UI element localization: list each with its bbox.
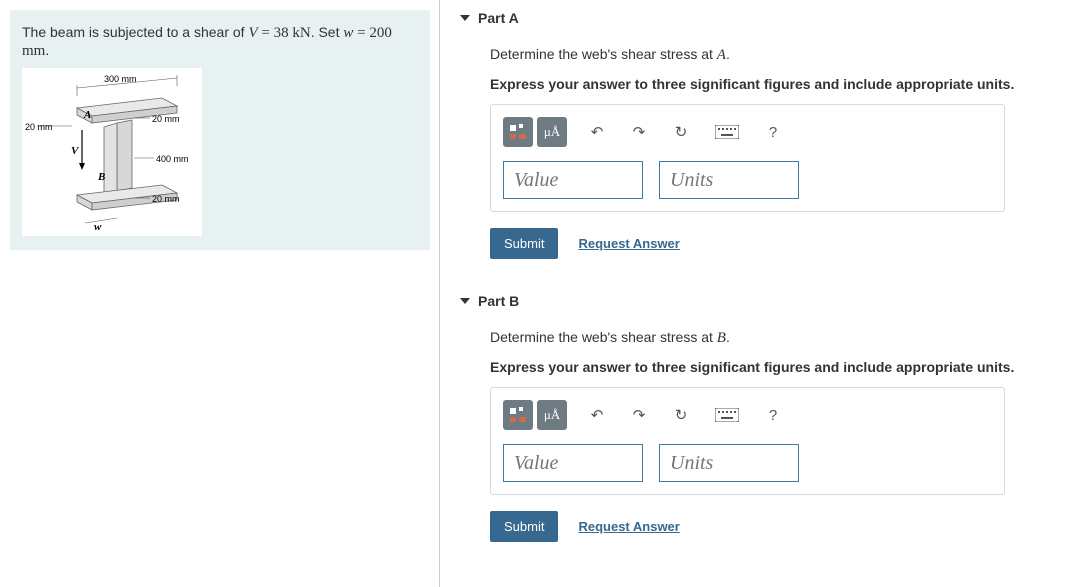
part-a: Part A Determine the web's shear stress … xyxy=(460,10,1072,259)
part-a-inputs xyxy=(503,161,992,199)
var-B: B xyxy=(717,330,726,346)
text: Determine the web's shear stress at xyxy=(490,329,717,345)
special-chars-button[interactable]: μÅ xyxy=(539,402,565,428)
problem-statement-box: The beam is subjected to a shear of V = … xyxy=(10,10,430,250)
part-b-submit-row: Submit Request Answer xyxy=(490,511,1072,542)
var-w: w xyxy=(343,25,353,41)
special-chars-button[interactable]: μÅ xyxy=(539,119,565,145)
part-b-value-input[interactable] xyxy=(503,444,643,482)
var-V: V xyxy=(248,25,257,41)
var-A: A xyxy=(717,47,726,63)
problem-statement: The beam is subjected to a shear of V = … xyxy=(22,24,418,60)
reset-button[interactable]: ↻ xyxy=(665,401,697,429)
help-button[interactable]: ? xyxy=(757,401,789,429)
keyboard-icon xyxy=(715,125,739,139)
part-b-request-answer-link[interactable]: Request Answer xyxy=(578,519,679,534)
text: . xyxy=(45,42,49,58)
dim-300mm: 300 mm xyxy=(104,74,137,84)
dim-20mm-b: 20 mm xyxy=(152,194,180,204)
part-b-instruction: Express your answer to three significant… xyxy=(490,359,1072,375)
part-a-units-input[interactable] xyxy=(659,161,799,199)
part-b-answer-widget: μÅ ↶ ↷ ↻ ? xyxy=(490,387,1005,495)
part-b-title: Part B xyxy=(478,293,519,309)
part-a-header[interactable]: Part A xyxy=(460,10,1072,26)
part-a-title: Part A xyxy=(478,10,519,26)
keyboard-icon xyxy=(715,408,739,422)
caret-down-icon xyxy=(460,298,470,304)
part-a-toolbar: μÅ ↶ ↷ ↻ ? xyxy=(503,117,992,147)
part-a-value-input[interactable] xyxy=(503,161,643,199)
part-b-toolbar: μÅ ↶ ↷ ↻ ? xyxy=(503,400,992,430)
part-a-body: Determine the web's shear stress at A. E… xyxy=(460,46,1072,259)
help-button[interactable]: ? xyxy=(757,118,789,146)
right-panel: Part A Determine the web's shear stress … xyxy=(440,0,1092,587)
reset-button[interactable]: ↻ xyxy=(665,118,697,146)
templates-button[interactable] xyxy=(505,402,531,428)
templates-button-group xyxy=(503,400,533,430)
dim-20mm-a: 20 mm xyxy=(152,114,180,124)
part-a-instruction: Express your answer to three significant… xyxy=(490,76,1072,92)
part-a-submit-row: Submit Request Answer xyxy=(490,228,1072,259)
part-b: Part B Determine the web's shear stress … xyxy=(460,293,1072,542)
part-b-question: Determine the web's shear stress at B. xyxy=(490,329,1072,347)
val-V: = 38 kN xyxy=(258,25,311,41)
undo-button[interactable]: ↶ xyxy=(581,118,613,146)
special-chars-button-group: μÅ xyxy=(537,400,567,430)
part-b-submit-button[interactable]: Submit xyxy=(490,511,558,542)
part-b-inputs xyxy=(503,444,992,482)
part-b-units-input[interactable] xyxy=(659,444,799,482)
templates-button[interactable] xyxy=(505,119,531,145)
part-b-body: Determine the web's shear stress at B. E… xyxy=(460,329,1072,542)
arrow-V: V xyxy=(71,145,80,157)
undo-button[interactable]: ↶ xyxy=(581,401,613,429)
beam-figure: 300 mm 20 mm 20 mm 400 mm 20 mm A B V w xyxy=(22,68,202,236)
dim-20mm-left: 20 mm xyxy=(25,122,53,132)
caret-down-icon xyxy=(460,15,470,21)
dim-w: w xyxy=(94,221,102,233)
text: . Set xyxy=(311,24,344,40)
keyboard-button[interactable] xyxy=(707,118,747,146)
part-a-answer-widget: μÅ ↶ ↷ ↻ ? xyxy=(490,104,1005,212)
text: Determine the web's shear stress at xyxy=(490,46,717,62)
keyboard-button[interactable] xyxy=(707,401,747,429)
text: The beam is subjected to a shear of xyxy=(22,24,248,40)
part-a-request-answer-link[interactable]: Request Answer xyxy=(578,236,679,251)
left-panel: The beam is subjected to a shear of V = … xyxy=(0,0,440,587)
point-B: B xyxy=(97,171,105,183)
templates-button-group xyxy=(503,117,533,147)
redo-button[interactable]: ↷ xyxy=(623,118,655,146)
text: . xyxy=(726,329,730,345)
dim-400mm: 400 mm xyxy=(156,154,189,164)
part-a-question: Determine the web's shear stress at A. xyxy=(490,46,1072,64)
text: . xyxy=(726,46,730,62)
redo-button[interactable]: ↷ xyxy=(623,401,655,429)
special-chars-button-group: μÅ xyxy=(537,117,567,147)
part-b-header[interactable]: Part B xyxy=(460,293,1072,309)
point-A: A xyxy=(83,109,91,121)
part-a-submit-button[interactable]: Submit xyxy=(490,228,558,259)
